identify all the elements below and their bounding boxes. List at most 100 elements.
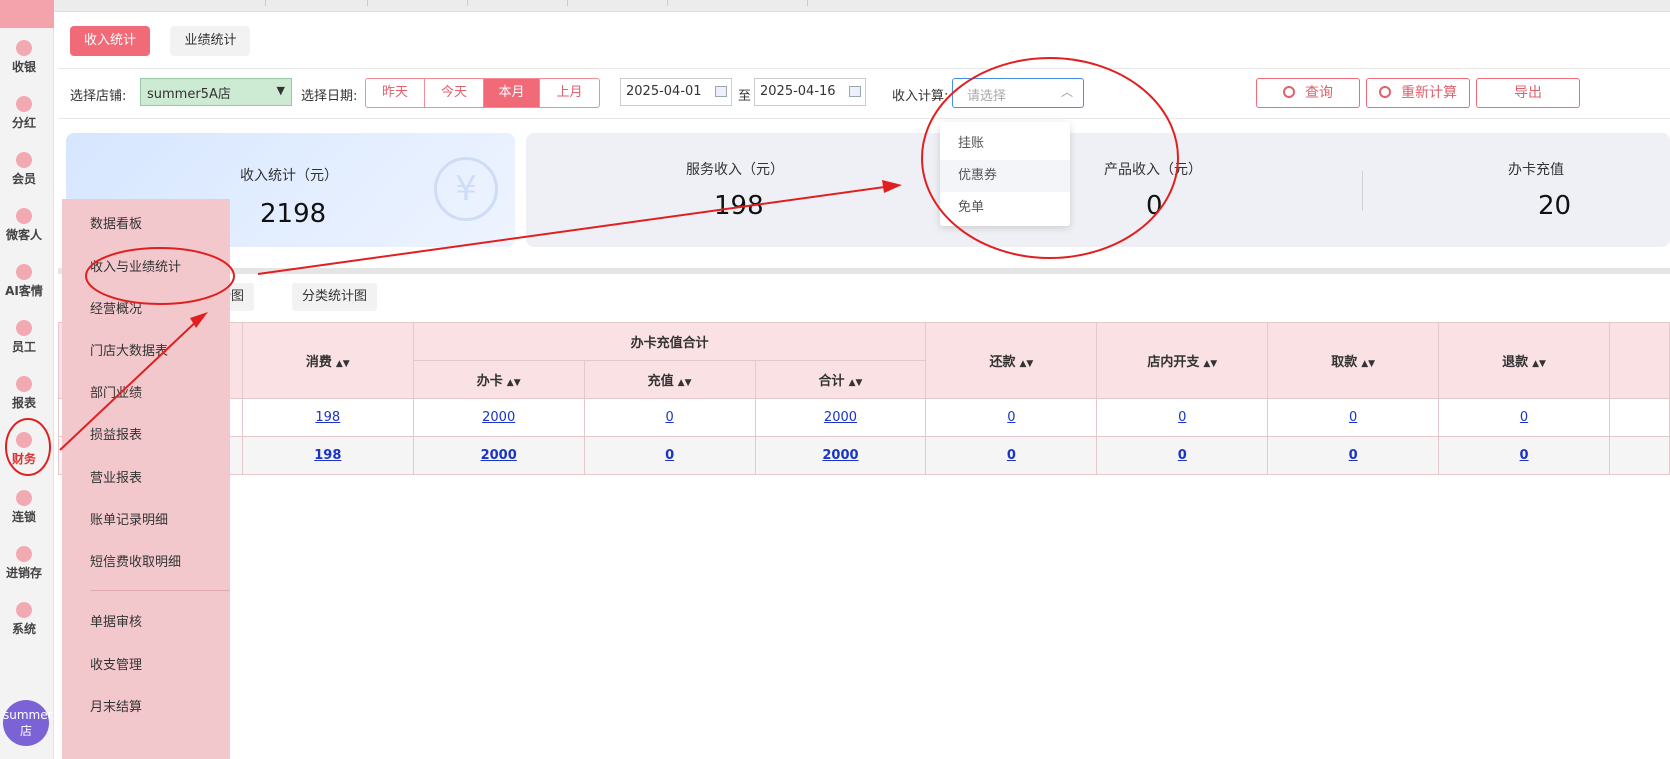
product-income-title: 产品收入（元）	[1104, 162, 1202, 178]
export-button[interactable]: 导出	[1476, 78, 1580, 108]
consume-total-link[interactable]: 198	[314, 448, 341, 463]
ai-icon	[16, 264, 32, 280]
menu-item-sms-fee[interactable]: 短信费收取明细	[90, 551, 181, 570]
tab-performance-stats[interactable]: 业绩统计	[170, 26, 251, 56]
col-card-group: 办卡充值合计	[412, 322, 927, 361]
product-income-value: 0	[1146, 191, 1163, 221]
menu-item-audit[interactable]: 单据审核	[90, 611, 142, 630]
subtotal-link[interactable]: 2000	[824, 410, 857, 425]
refund-total-link[interactable]: 0	[1520, 448, 1529, 463]
menu-item-income-expense[interactable]: 收支管理	[90, 654, 142, 673]
avatar[interactable]: summer5A店	[3, 700, 68, 746]
sidebar-item-member[interactable]: 会员	[0, 152, 48, 187]
store-expense-link[interactable]: 0	[1178, 410, 1186, 425]
date-label: 选择日期:	[301, 89, 358, 104]
col-store-expense[interactable]: 店内开支 ▲▼	[1096, 322, 1269, 399]
date-to-input[interactable]: 2025-04-16	[754, 78, 866, 106]
sort-icon: ▲▼	[506, 378, 521, 388]
menu-item-dashboard[interactable]: 数据看板	[90, 213, 142, 232]
menu-item-overview[interactable]: 经营概况	[90, 298, 142, 317]
store-select[interactable]: summer5A店 ▼	[140, 78, 292, 106]
sidebar-item-chain[interactable]: 连锁	[0, 490, 48, 525]
income-calc-select[interactable]: 请选择 ︿	[952, 78, 1084, 108]
withdraw-link[interactable]: 0	[1349, 410, 1357, 425]
sidebar-item-staff[interactable]: 员工	[0, 320, 48, 355]
sidebar-item-ai[interactable]: AI客情	[0, 264, 48, 299]
menu-item-income-performance[interactable]: 收入与业绩统计	[90, 256, 181, 275]
finance-icon	[16, 432, 32, 448]
inventory-icon	[16, 546, 32, 562]
card-total-link[interactable]: 2000	[481, 448, 517, 463]
menu-item-big-data[interactable]: 门店大数据表	[90, 340, 168, 359]
sidebar-item-dividend[interactable]: 分红	[0, 96, 48, 131]
income-calc-dropdown: 挂账 优惠券 免单	[940, 122, 1070, 226]
subtotal-total-link[interactable]: 2000	[822, 448, 858, 463]
repay-link[interactable]: 0	[1007, 410, 1015, 425]
card-recharge-value: 20	[1538, 191, 1572, 221]
sidebar-item-report[interactable]: 报表	[0, 376, 48, 411]
tab-income-stats[interactable]: 收入统计	[70, 26, 151, 56]
sidebar-item-cashier[interactable]: 收银	[0, 40, 48, 75]
date-from-input[interactable]: 2025-04-01	[620, 78, 732, 106]
chevron-down-icon: ▼	[276, 84, 285, 97]
sidebar-item-inventory[interactable]: 进销存	[0, 546, 48, 581]
logo	[0, 0, 54, 28]
card-link[interactable]: 2000	[482, 410, 515, 425]
sidebar-item-system[interactable]: 系统	[0, 602, 48, 637]
dropdown-option[interactable]: 挂账	[940, 128, 1070, 160]
menu-item-dept-performance[interactable]: 部门业绩	[90, 382, 142, 401]
withdraw-total-link[interactable]: 0	[1349, 448, 1358, 463]
breakdown-card: 服务收入（元） 198 产品收入（元） 0 办卡充值 20	[526, 133, 1670, 247]
consume-link[interactable]: 198	[315, 410, 340, 425]
staff-icon	[16, 320, 32, 336]
search-icon	[1283, 86, 1295, 98]
service-income-title: 服务收入（元）	[686, 162, 784, 178]
menu-item-bill-detail[interactable]: 账单记录明细	[90, 509, 168, 528]
card-recharge-title: 办卡充值	[1508, 162, 1564, 178]
divider	[90, 590, 230, 591]
member-icon	[16, 152, 32, 168]
store-expense-total-link[interactable]: 0	[1178, 448, 1187, 463]
recharge-link[interactable]: 0	[665, 410, 673, 425]
sort-icon: ▲▼	[848, 378, 863, 388]
sort-icon: ▲▼	[335, 359, 350, 369]
table-total-row: 198 2000 0 2000 0 0 0 0	[58, 436, 1670, 475]
menu-item-month-end[interactable]: 月末结算	[90, 696, 142, 715]
guest-icon	[16, 208, 32, 224]
refund-link[interactable]: 0	[1520, 410, 1528, 425]
col-refund[interactable]: 退款 ▲▼	[1438, 322, 1610, 399]
col-withdraw[interactable]: 取款 ▲▼	[1267, 322, 1440, 399]
date-this-month-button[interactable]: 本月	[484, 79, 540, 107]
date-yesterday-button[interactable]: 昨天	[366, 79, 425, 107]
col-recharge[interactable]: 充值 ▲▼	[583, 360, 756, 399]
chain-icon	[16, 490, 32, 506]
sort-icon: ▲▼	[677, 378, 692, 388]
recharge-total-link[interactable]: 0	[665, 448, 674, 463]
col-subtotal[interactable]: 合计 ▲▼	[754, 360, 927, 399]
tab-category-chart[interactable]: 分类统计图	[292, 283, 378, 311]
col-overflow	[1608, 322, 1670, 399]
chevron-up-icon: ︿	[1060, 85, 1073, 99]
gear-icon	[16, 602, 32, 618]
sidebar-item-finance[interactable]: 财务	[0, 432, 48, 467]
income-card-title: 收入统计（元）	[240, 168, 338, 184]
dropdown-option[interactable]: 优惠券	[940, 160, 1070, 192]
col-card[interactable]: 办卡 ▲▼	[412, 360, 585, 399]
sort-icon: ▲▼	[1361, 359, 1376, 369]
menu-item-business-report[interactable]: 营业报表	[90, 467, 142, 486]
summary-cards: 收入统计（元） 2198 ¥ 服务收入（元） 198 产品收入（元） 0 办卡充…	[66, 133, 1670, 263]
sidebar-item-guest[interactable]: 微客人	[0, 208, 48, 243]
date-today-button[interactable]: 今天	[425, 79, 484, 107]
repay-total-link[interactable]: 0	[1007, 448, 1016, 463]
income-calc-label: 收入计算:	[892, 89, 949, 104]
dropdown-option[interactable]: 免单	[940, 192, 1070, 224]
recalculate-button[interactable]: 重新计算	[1366, 78, 1470, 108]
menu-item-pnl[interactable]: 损益报表	[90, 424, 142, 443]
col-consume[interactable]: 消费 ▲▼	[241, 322, 414, 399]
quick-date-group: 昨天 今天 本月 上月	[365, 78, 600, 108]
date-last-month-button[interactable]: 上月	[540, 79, 599, 107]
col-repay[interactable]: 还款 ▲▼	[925, 322, 1098, 399]
query-button[interactable]: 查询	[1256, 78, 1360, 108]
divider	[1362, 171, 1363, 211]
store-label: 选择店铺:	[70, 89, 127, 104]
